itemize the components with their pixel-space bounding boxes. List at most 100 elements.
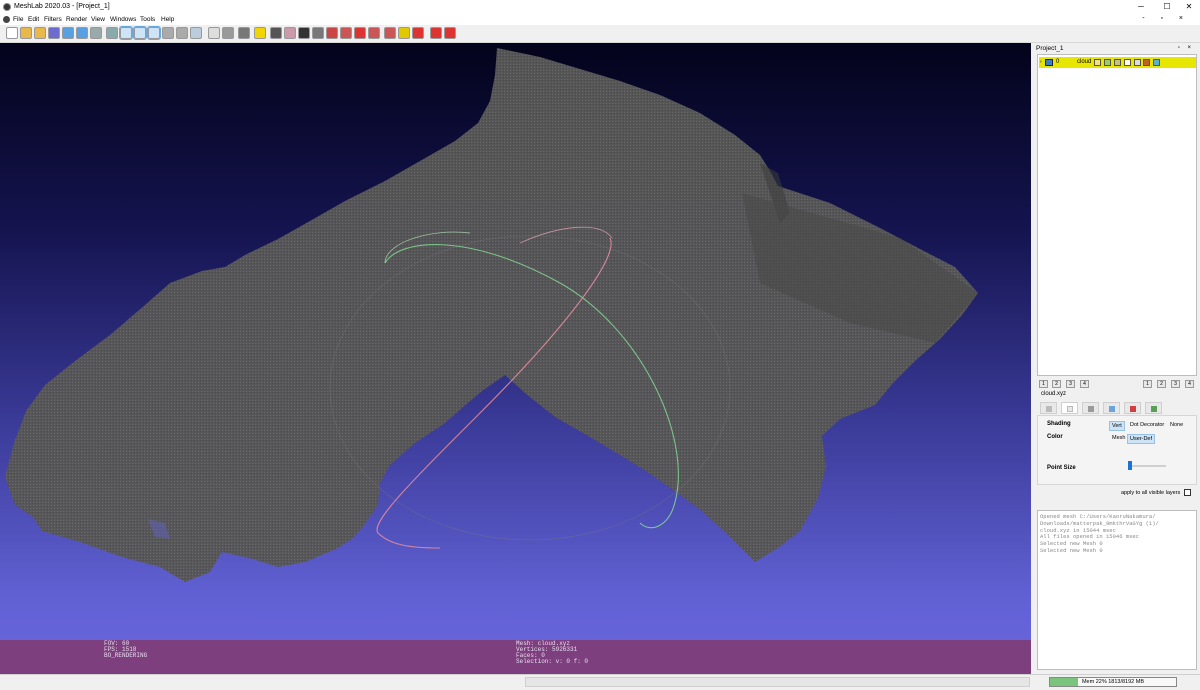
points-mode-icon[interactable] (133, 26, 147, 40)
point-size-label: Point Size (1047, 465, 1076, 471)
snapshot-right-1-button[interactable]: 1 (1143, 380, 1152, 388)
layer-name: cloud (1077, 59, 1092, 65)
horizontal-scrollbar[interactable] (525, 677, 1030, 687)
bottom-bar: Mem 22% 1813/8192 MB (0, 674, 1200, 690)
layer-wire-icon[interactable] (1114, 59, 1121, 66)
mdi-window-icon[interactable] (3, 16, 10, 23)
delete-selected-faces-icon[interactable] (412, 27, 424, 39)
save-project-icon[interactable] (34, 27, 46, 39)
snapshot-left-1-button[interactable]: 1 (1039, 380, 1048, 388)
smooth-mode-icon[interactable] (176, 27, 188, 39)
minimize-button[interactable]: ─ (1130, 0, 1152, 14)
menu-view[interactable]: View (91, 16, 105, 23)
shading-dot-decorator-option[interactable]: Dot Decorator (1128, 421, 1166, 429)
viewport-status-bar: FOV: 60 FPS: 1518 BO_RENDERING Mesh: clo… (0, 640, 1031, 674)
render-params: Shading Vert Dot Decorator None Color Me… (1037, 415, 1197, 485)
color-mesh-option[interactable]: Mesh (1110, 434, 1127, 442)
layer-texture-icon[interactable] (1143, 59, 1150, 66)
tab-decorate[interactable] (1145, 402, 1162, 414)
select-vertices-icon[interactable] (326, 27, 338, 39)
tab-wire[interactable] (1082, 402, 1099, 414)
window-title: MeshLab 2020.03 - [Project_1] (14, 3, 110, 10)
snapshot-right-2-button[interactable]: 2 (1157, 380, 1166, 388)
color-user-def-option[interactable]: User-Def (1127, 434, 1156, 444)
layer-bbox-icon[interactable] (1094, 59, 1101, 66)
info-icon[interactable] (398, 27, 410, 39)
snapshot-left-4-button[interactable]: 4 (1080, 380, 1089, 388)
meshlab-logo-icon (3, 3, 11, 11)
layer-points-icon[interactable] (1104, 59, 1111, 66)
delete-faces-icon[interactable] (354, 27, 366, 39)
snapshot-right-4-button[interactable]: 4 (1185, 380, 1194, 388)
panel-header: Project_1 ▫ × (1035, 44, 1198, 54)
delete-vertices-icon[interactable] (368, 27, 380, 39)
close-project-icon[interactable] (48, 27, 60, 39)
decorations-icon[interactable] (222, 27, 234, 39)
menu-help[interactable]: Help (161, 16, 174, 23)
menu-render[interactable]: Render (66, 16, 87, 23)
new-project-icon[interactable] (6, 27, 18, 39)
apply-all-layers-checkbox[interactable] (1184, 489, 1191, 496)
layer-number: 0 (1056, 59, 1060, 65)
bbox-mode-icon[interactable] (119, 26, 133, 40)
texture-mode-icon[interactable] (190, 27, 202, 39)
open-project-icon[interactable] (20, 27, 32, 39)
color-label: Color (1047, 434, 1063, 440)
layer-list[interactable]: › 0 cloud (1037, 54, 1197, 376)
menu-tools[interactable]: Tools (140, 16, 155, 23)
panel-dock-controls[interactable]: ▫ × (1178, 45, 1194, 51)
pick-points-icon[interactable] (270, 27, 282, 39)
shading-none-option[interactable]: None (1168, 421, 1185, 429)
snapshot-left-3-button[interactable]: 3 (1066, 380, 1075, 388)
wireframe-mode-icon[interactable] (147, 26, 161, 40)
visibility-eye-icon[interactable] (1045, 59, 1053, 66)
snapshot-left-2-button[interactable]: 2 (1052, 380, 1061, 388)
layer-smooth-icon[interactable] (1134, 59, 1141, 66)
manipulators-icon[interactable] (284, 27, 296, 39)
3d-viewport[interactable] (0, 43, 1031, 674)
delete-selected-icon[interactable] (444, 27, 456, 39)
point-size-slider-thumb[interactable] (1127, 461, 1132, 470)
layer-row-cloud[interactable]: › 0 cloud (1039, 57, 1196, 68)
rendering-mode-text: BO_RENDERING (104, 652, 148, 659)
panel-title: Project_1 (1036, 45, 1064, 52)
snapshot-icon[interactable] (106, 27, 118, 39)
snapshot-right-3-button[interactable]: 3 (1171, 380, 1180, 388)
reload-icon[interactable] (90, 27, 102, 39)
tab-points[interactable] (1061, 402, 1078, 414)
select-faces-icon[interactable] (312, 27, 324, 39)
layer-dialog: Project_1 ▫ × › 0 cloud 1 2 3 4 1 2 3 4 … (1033, 43, 1200, 674)
layer-flat-icon[interactable] (1124, 59, 1131, 66)
delete-selected-vertices-icon[interactable] (430, 27, 442, 39)
toolbar (0, 25, 1200, 43)
mesh-file-label: cloud.xyz (1041, 391, 1067, 397)
flat-mode-icon[interactable] (162, 27, 174, 39)
import-mesh-icon[interactable] (62, 27, 74, 39)
align-icon[interactable] (384, 27, 396, 39)
trackball-icon[interactable] (238, 27, 250, 39)
point-cloud-render (5, 48, 978, 582)
layers-icon[interactable] (208, 27, 220, 39)
apply-all-layers-label: apply to all visible layers (1121, 490, 1181, 496)
menu-filters[interactable]: Filters (44, 16, 62, 23)
close-button[interactable]: ✕ (1178, 0, 1200, 14)
log-window[interactable]: Opened mesh C:/Users/KaoruNakamura/Downl… (1037, 510, 1197, 670)
tab-texture[interactable] (1124, 402, 1141, 414)
mdi-window-controls[interactable]: - ▫ × (1142, 15, 1190, 22)
tab-bbox[interactable] (1040, 402, 1057, 414)
tab-fill[interactable] (1103, 402, 1120, 414)
paint-icon[interactable] (298, 27, 310, 39)
select-connected-icon[interactable] (340, 27, 352, 39)
measure-icon[interactable] (254, 27, 266, 39)
point-size-slider-track[interactable] (1128, 465, 1166, 467)
menu-edit[interactable]: Edit (28, 16, 39, 23)
memory-text: Mem 22% 1813/8192 MB (1081, 679, 1145, 685)
menu-file[interactable]: File (13, 16, 23, 23)
layer-decorate-icon[interactable] (1153, 59, 1160, 66)
maximize-button[interactable]: ☐ (1156, 0, 1178, 14)
export-mesh-icon[interactable] (76, 27, 88, 39)
selection-count-text: Selection: v: 0 f: 0 (516, 658, 589, 665)
menu-windows[interactable]: Windows (110, 16, 136, 23)
shading-vert-option[interactable]: Vert (1109, 421, 1125, 431)
expand-arrow-icon[interactable]: › (1040, 59, 1042, 65)
